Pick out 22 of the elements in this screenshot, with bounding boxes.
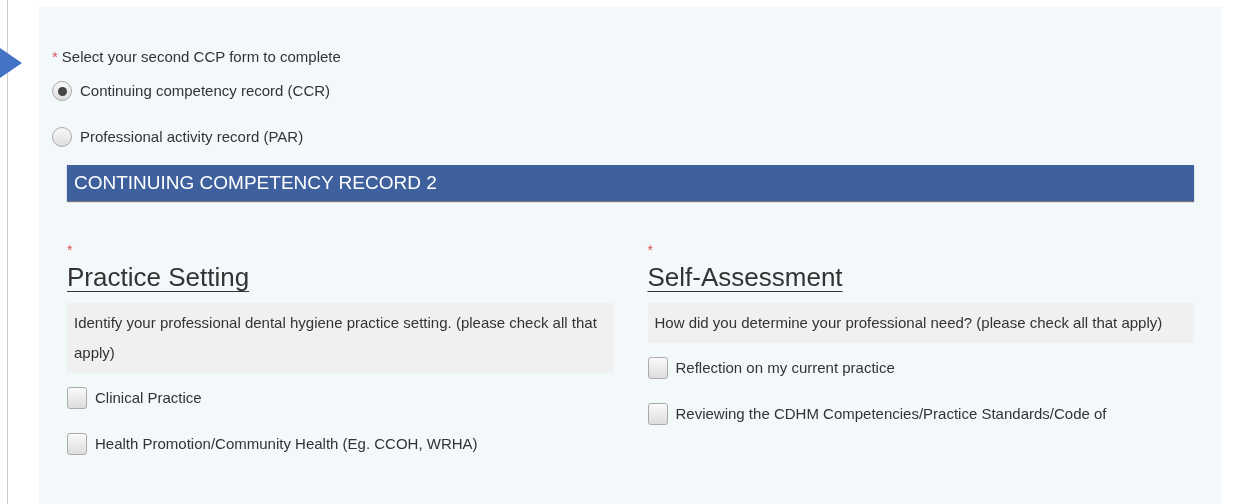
required-mark: * (67, 243, 73, 257)
checkbox[interactable] (647, 403, 668, 425)
radio-label: Continuing competency record (CCR) (80, 80, 331, 101)
radio-button[interactable] (52, 81, 72, 101)
checkbox-label: Reflection on my current practice (675, 357, 895, 378)
checkbox-label: Health Promotion/Community Health (Eg. CCOH, WRHA) (95, 433, 478, 454)
instruction-text: Identify your professional dental hygiene practice setting. (please check all that apply) (67, 303, 614, 373)
checkbox-label: Reviewing the CDHM Competencies/Practice Standards/Code of (675, 403, 1107, 424)
radio-label: Professional activity record (PAR) (80, 126, 304, 147)
section-heading: Self-Assessment (647, 261, 843, 293)
checkbox[interactable] (647, 357, 668, 379)
instruction-text: How did you determine your professional need? (please check all that apply) (647, 303, 1194, 343)
section-banner: CONTINUING COMPETENCY RECORD 2 (67, 165, 1194, 201)
question-label: Select your second CCP form to complete (61, 46, 341, 67)
checkbox[interactable] (67, 433, 87, 455)
radio-button[interactable] (52, 127, 72, 147)
checkbox[interactable] (67, 387, 87, 409)
required-mark: * (647, 243, 653, 257)
section-heading: Practice Setting (67, 261, 250, 293)
pointer-arrow-icon (0, 48, 22, 78)
checkbox-label: Clinical Practice (95, 387, 202, 408)
required-mark: * (52, 46, 58, 67)
